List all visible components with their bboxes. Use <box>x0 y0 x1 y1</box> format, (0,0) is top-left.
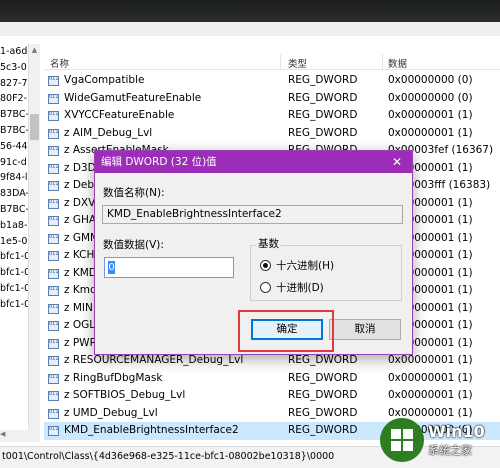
value-type-cell: REG_DWORD <box>288 406 358 419</box>
dword-value-icon: 011 <box>48 251 59 261</box>
column-header-type[interactable]: 类型 <box>288 56 307 70</box>
value-data-cell: 0x00000001 (1) <box>388 371 473 384</box>
value-name-cell: XVYCCFeatureEnable <box>64 109 175 121</box>
radio-hex[interactable] <box>260 260 271 271</box>
radio-hex-label[interactable]: 十六进制(H) <box>276 258 334 273</box>
value-name-cell: z UMD_Debug_Lvl <box>64 406 158 419</box>
value-name-cell: z D3D <box>64 161 96 174</box>
windows-logo-icon <box>391 429 413 451</box>
dword-value-icon: 011 <box>48 163 59 174</box>
tree-horizontal-scrollbar[interactable]: ◀ <box>0 430 40 442</box>
base-group-box <box>250 245 402 301</box>
dword-value-icon: 011 <box>48 268 59 279</box>
value-name-cell: z KMD <box>64 266 97 279</box>
value-type-cell: REG_DWORD <box>288 424 358 436</box>
tree-vertical-scrollbar[interactable]: ▲ <box>28 44 40 442</box>
dword-value-icon: 011 <box>48 93 59 104</box>
value-type-cell: REG_DWORD <box>288 126 358 139</box>
value-name-cell: z MIN <box>64 301 93 314</box>
value-name-label: 数值名称(N): <box>103 187 165 199</box>
value-name-cell: z RingBufDbgMask <box>64 371 163 384</box>
radio-dec-label[interactable]: 十进制(D) <box>276 280 324 295</box>
value-name-cell: z DXV <box>64 196 96 209</box>
value-data-cell: 0x00000001 (1) <box>388 389 473 401</box>
column-header-data[interactable]: 数据 <box>388 56 407 70</box>
value-data-selection: 0 <box>108 261 115 274</box>
value-type-cell: REG_DWORD <box>288 371 358 384</box>
table-row[interactable]: 011 z AIM_Debug_Lvl REG_DWORD 0x00000001 (1… <box>44 125 500 143</box>
table-row[interactable]: 011 XVYCCFeatureEnable REG_DWORD 0x00000001… <box>44 107 500 125</box>
dword-value-icon: 011 <box>48 408 59 419</box>
value-name-cell: z Kmd <box>64 284 97 296</box>
value-name-cell: z PWR <box>64 336 97 349</box>
value-type-cell: REG_DWORD <box>288 91 358 104</box>
dword-value-icon: 011 <box>48 216 59 226</box>
value-name-cell: z SOFTBIOS_Debug_Lvl <box>64 389 186 401</box>
logo-title: Win10 <box>428 422 485 441</box>
value-name-cell: z OGL <box>64 319 96 331</box>
dword-value-icon: 011 <box>48 111 59 121</box>
table-row[interactable]: 011 VgaCompatible REG_DWORD 0x00000000 (0) <box>44 72 500 90</box>
dialog-title: 编辑 DWORD (32 位)值 <box>101 156 217 168</box>
dword-value-icon: 011 <box>48 356 59 366</box>
window-top-band <box>0 22 500 36</box>
dword-value-icon: 011 <box>48 426 59 436</box>
column-divider[interactable] <box>382 54 383 70</box>
value-data-cell: 0x00000000 (0) <box>388 74 473 86</box>
logo-subtitle: 系统之家 <box>428 444 472 457</box>
value-type-cell: REG_DWORD <box>288 74 358 86</box>
value-data-cell: 0x00000000 (0) <box>388 91 473 104</box>
value-data-cell: 0x00000001 (1) <box>388 109 473 121</box>
value-type-cell: REG_DWORD <box>288 109 358 121</box>
dword-value-icon: 011 <box>48 321 59 331</box>
value-name-cell: KMD_EnableBrightnessInterface2 <box>64 424 239 436</box>
status-path: t001\Control\Class\{4d36e968-e325-11ce-b… <box>2 451 335 462</box>
value-name-cell: z KCH <box>64 249 95 261</box>
list-header: 名称 类型 数据 <box>44 54 500 70</box>
value-name-field: KMD_EnableBrightnessInterface2 <box>102 205 403 224</box>
win10-watermark-logo: Win10 系统之家 <box>380 418 500 464</box>
value-data-cell: 0x00000001 (1) <box>388 126 473 139</box>
table-row[interactable]: 011 WideGamutFeatureEnable REG_DWORD 0x0000… <box>44 90 500 108</box>
logo-circle-icon <box>380 418 424 462</box>
close-icon[interactable]: ✕ <box>390 151 404 173</box>
dword-value-icon: 011 <box>48 373 59 384</box>
table-row[interactable]: 011 z RingBufDbgMask REG_DWORD 0x00000001 (… <box>44 370 500 388</box>
value-name-cell: WideGamutFeatureEnable <box>64 91 202 104</box>
value-data-input[interactable] <box>104 257 234 278</box>
value-name-cell: z AIM_Debug_Lvl <box>64 126 153 139</box>
radio-dec[interactable] <box>260 282 271 293</box>
dword-value-icon: 011 <box>48 286 59 296</box>
dialog-title-bar[interactable]: 编辑 DWORD (32 位)值 ✕ <box>95 151 412 173</box>
dword-value-icon: 011 <box>48 338 59 349</box>
value-name-cell: VgaCompatible <box>64 74 145 86</box>
dword-value-icon: 011 <box>48 76 59 86</box>
dword-value-icon: 011 <box>48 181 59 191</box>
dword-value-icon: 011 <box>48 198 59 209</box>
column-divider[interactable] <box>280 54 281 70</box>
scroll-thumb[interactable] <box>30 114 39 140</box>
ok-button-highlight-box <box>238 310 334 352</box>
dword-value-icon: 011 <box>48 391 59 401</box>
dword-value-icon: 011 <box>48 146 59 156</box>
column-header-name[interactable]: 名称 <box>50 56 69 70</box>
dword-value-icon: 011 <box>48 303 59 314</box>
value-name-cell: z GHA <box>64 214 97 226</box>
value-type-cell: REG_DWORD <box>288 389 358 401</box>
value-data-label: 数值数据(V): <box>103 239 164 251</box>
dword-value-icon: 011 <box>48 128 59 139</box>
dword-value-icon: 011 <box>48 233 59 244</box>
cancel-button[interactable]: 取消 <box>329 319 401 340</box>
table-row[interactable]: 011 z SOFTBIOS_Debug_Lvl REG_DWORD 0x000000… <box>44 387 500 405</box>
base-group-label: 基数 <box>256 236 281 251</box>
scroll-up-icon[interactable]: ▲ <box>29 44 40 56</box>
